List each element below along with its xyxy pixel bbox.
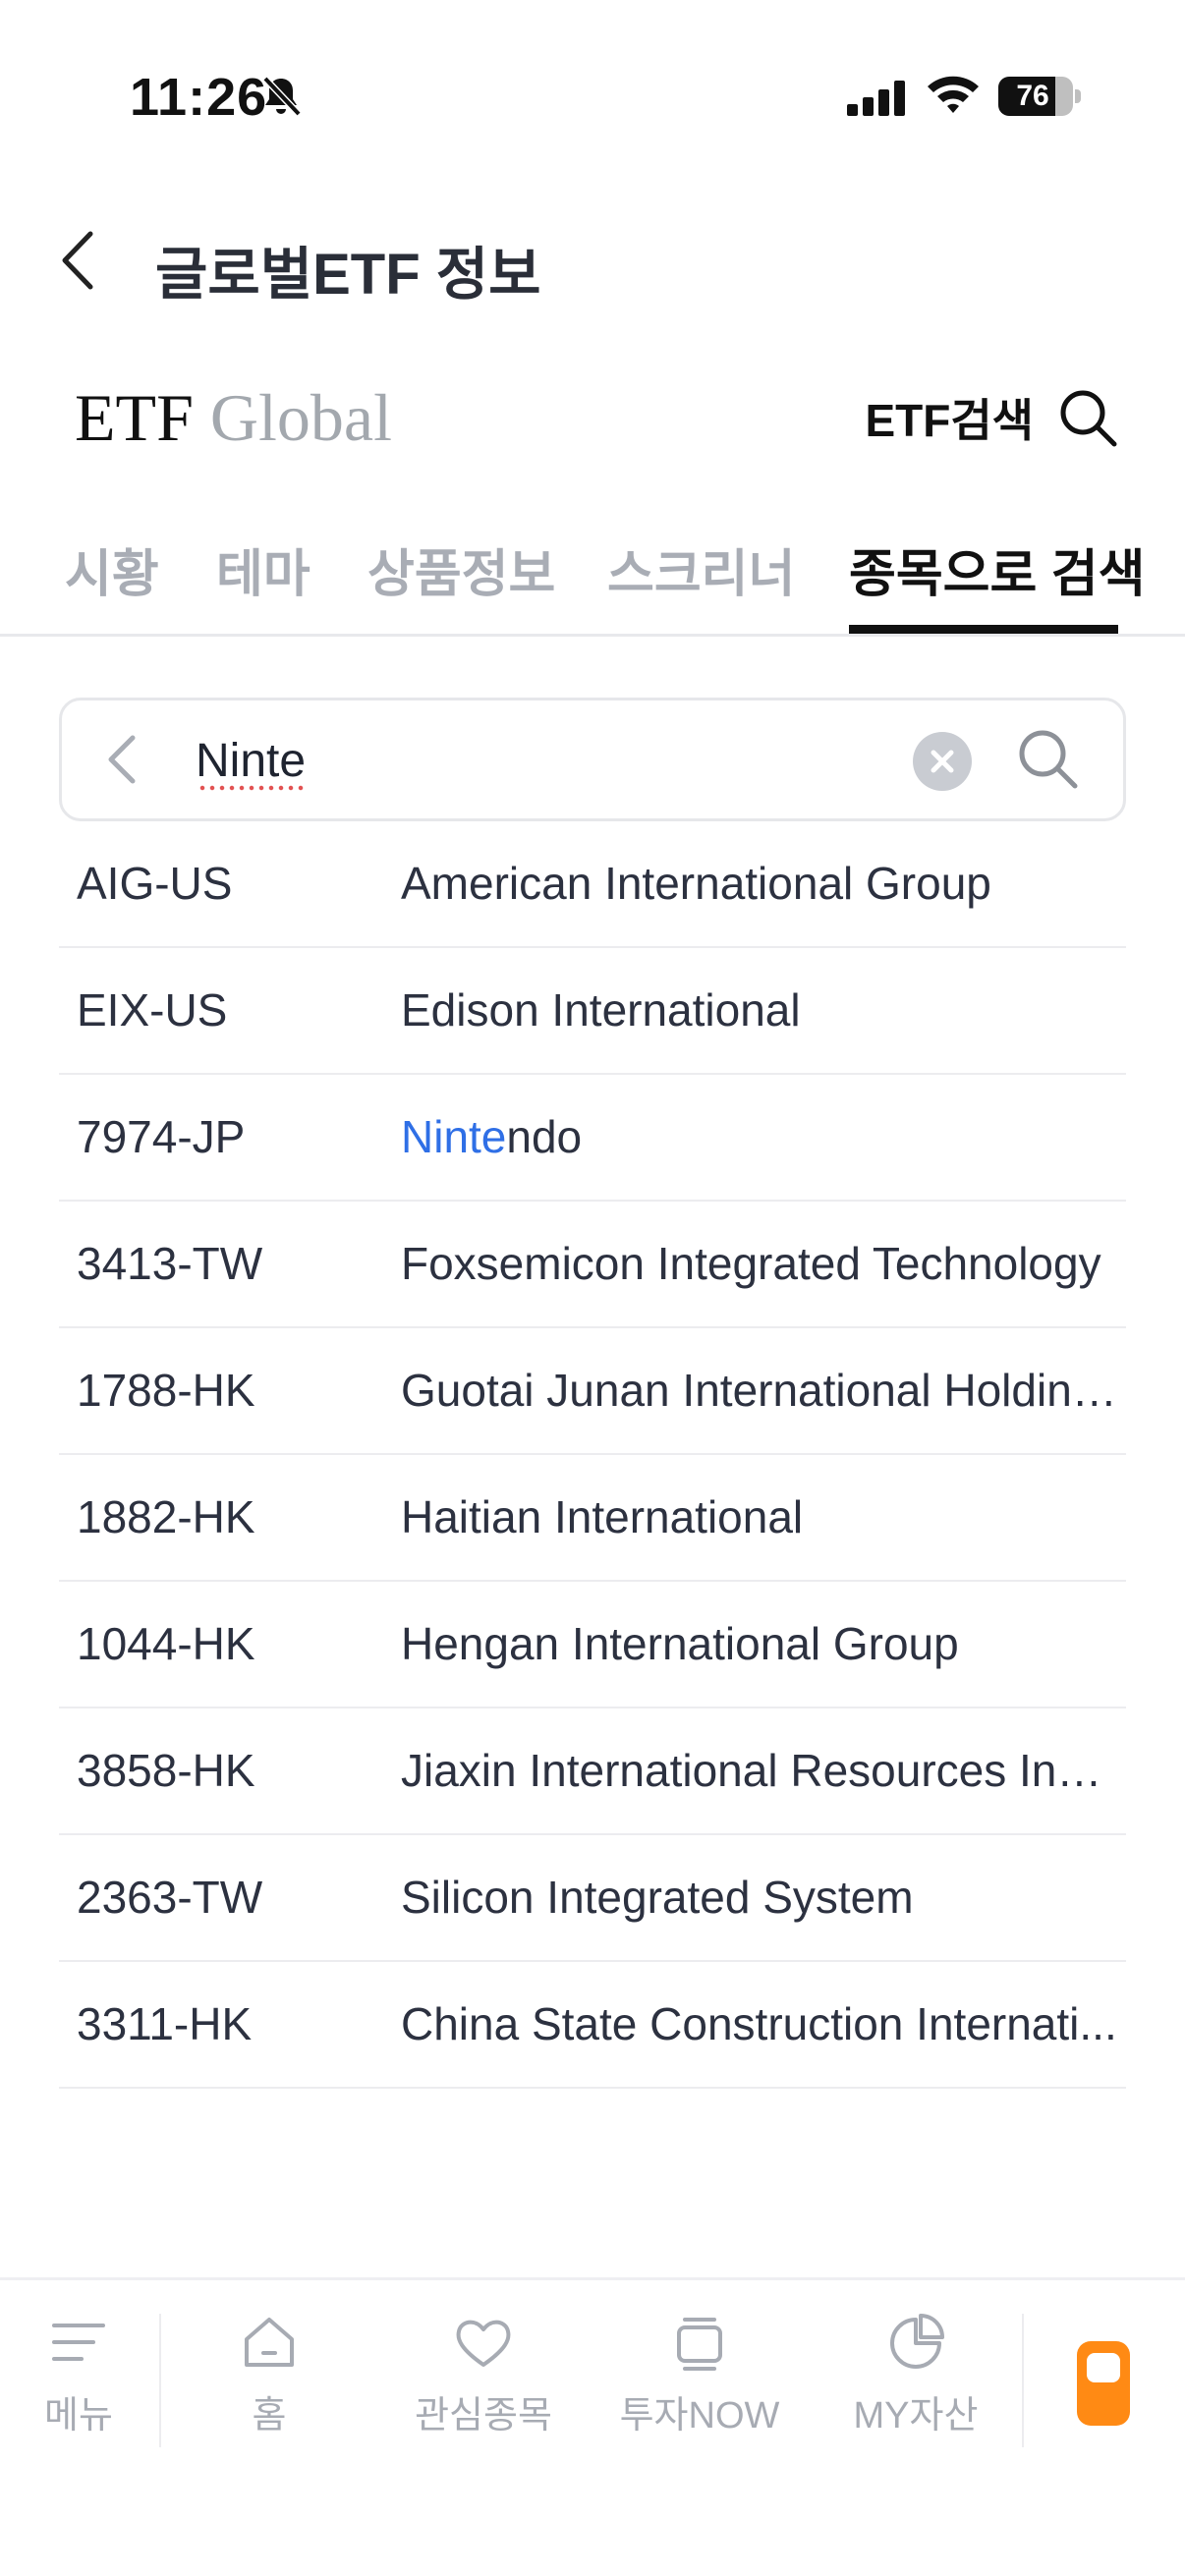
nav-menu[interactable]: 메뉴 [0, 2310, 167, 2438]
search-icon [1060, 390, 1117, 447]
match-highlight: Ninte [401, 1111, 507, 1162]
etf-global-logo: ETF Global [75, 380, 392, 455]
nav-invest-now[interactable]: 투자NOW [611, 2310, 788, 2438]
tab-search-by-stock[interactable]: 종목으로 검색 [849, 532, 1146, 606]
quick-action-button[interactable] [1077, 2341, 1130, 2426]
result-row[interactable]: 1788-HK Guotai Junan International Holdin… [59, 1328, 1126, 1455]
result-row[interactable]: 7974-JP Nintendo [59, 1075, 1126, 1202]
result-row[interactable]: 3858-HK Jiaxin International Resources In… [59, 1708, 1126, 1835]
tab-bar: 시황 테마 상품정보 스크리너 종목으로 검색 [0, 521, 1185, 637]
result-company-name: Nintendo [401, 1075, 582, 1200]
tab-market[interactable]: 시황 [65, 532, 159, 606]
search-submit-icon[interactable] [1013, 724, 1082, 793]
page-title: 글로벌ETF 정보 [155, 243, 541, 307]
nav-label: 홈 [252, 2395, 287, 2436]
home-icon [245, 2318, 294, 2367]
battery-indicator: 76 [998, 77, 1081, 116]
result-company-name: Foxsemicon Integrated Technology [401, 1238, 1101, 1289]
bottom-nav: 메뉴 홈 관심종목 투자NOW MY자산 [0, 2277, 1185, 2576]
result-row[interactable]: 3413-TW Foxsemicon Integrated Technology [59, 1202, 1126, 1328]
search-results-list: AIG-US American International Group EIX-US… [59, 821, 1126, 2089]
result-company-name: Hengan International Group [401, 1618, 959, 1669]
cellular-signal-icon [847, 81, 905, 116]
etf-search-button[interactable]: ETF검색 [865, 383, 1120, 452]
result-company-name: Jiaxin International Resources Inve... [401, 1745, 1118, 1796]
nav-label: MY자산 [853, 2395, 979, 2436]
status-bar: 11:26 76 [0, 0, 1185, 187]
search-input[interactable] [196, 726, 942, 795]
result-company-name: Edison International [401, 984, 801, 1036]
etf-search-label: ETF검색 [865, 395, 1034, 446]
clear-icon[interactable] [913, 732, 972, 791]
wifi-icon [928, 76, 979, 113]
tab-product-info[interactable]: 상품정보 [367, 532, 555, 606]
nav-home[interactable]: 홈 [181, 2310, 358, 2438]
result-company-name: China State Construction Internati... [401, 1998, 1117, 2049]
nav-divider [1022, 2314, 1024, 2447]
result-row[interactable]: 3311-HK China State Construction Internat… [59, 1962, 1126, 2089]
battery-percent: 76 [1016, 80, 1049, 112]
search-back-icon[interactable] [101, 730, 144, 789]
result-ticker: 7974-JP [77, 1111, 246, 1162]
result-ticker: 1882-HK [77, 1491, 255, 1542]
result-ticker: 1044-HK [77, 1618, 255, 1669]
match-rest: ndo [506, 1111, 583, 1162]
result-row[interactable]: EIX-US Edison International [59, 948, 1126, 1075]
nav-divider [159, 2314, 161, 2447]
result-company-name: Silicon Integrated System [401, 1872, 914, 1923]
stock-search-box [59, 698, 1126, 821]
menu-icon [52, 2324, 105, 2361]
result-row[interactable]: 1044-HK Hengan International Group [59, 1582, 1126, 1708]
result-ticker: 2363-TW [77, 1872, 263, 1923]
result-company-name: Guotai Junan International Holdings [401, 1365, 1118, 1416]
nav-my-assets[interactable]: MY자산 [827, 2310, 1004, 2438]
nav-label: 투자NOW [619, 2395, 780, 2436]
result-company-name: Haitian International [401, 1491, 804, 1542]
brand-row: ETF Global ETF검색 [0, 373, 1185, 462]
result-ticker: EIX-US [77, 984, 228, 1036]
result-ticker: 3413-TW [77, 1238, 263, 1289]
result-ticker: 3858-HK [77, 1745, 255, 1796]
nav-label: 메뉴 [44, 2395, 113, 2436]
result-row[interactable]: AIG-US American International Group [59, 821, 1126, 948]
status-time: 11:26 [130, 68, 268, 127]
app-header: 글로벌ETF 정보 [0, 206, 1185, 314]
result-company-name: American International Group [401, 858, 991, 909]
pie-chart-icon [890, 2314, 944, 2369]
result-ticker: AIG-US [77, 858, 233, 909]
result-ticker: 3311-HK [77, 1998, 253, 2049]
invest-now-icon [677, 2318, 722, 2371]
result-row[interactable]: 2363-TW Silicon Integrated System [59, 1835, 1126, 1962]
tab-screener[interactable]: 스크리너 [607, 532, 795, 606]
result-row[interactable]: 1882-HK Haitian International [59, 1455, 1126, 1582]
tab-theme[interactable]: 테마 [216, 532, 310, 606]
nav-label: 관심종목 [415, 2395, 552, 2436]
bell-slash-icon [262, 76, 302, 117]
active-tab-indicator [849, 625, 1118, 634]
result-ticker: 1788-HK [77, 1365, 255, 1416]
nav-watchlist[interactable]: 관심종목 [395, 2310, 572, 2438]
back-arrow-icon[interactable] [53, 226, 102, 295]
spellcheck-underline [198, 785, 306, 791]
heart-icon [456, 2320, 511, 2367]
